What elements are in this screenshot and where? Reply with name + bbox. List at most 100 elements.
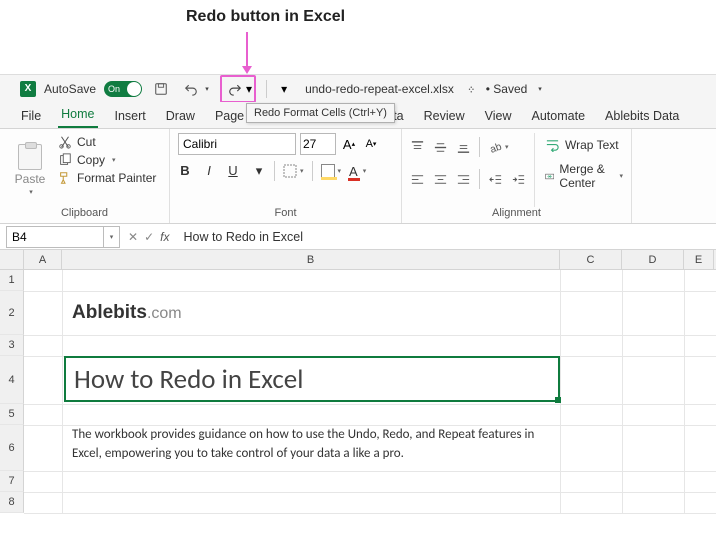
separator [274,161,275,181]
format-painter-button[interactable]: Format Painter [58,171,156,185]
align-right-button[interactable] [456,172,471,187]
wrap-text-button[interactable]: Wrap Text [545,137,623,152]
row-header-7[interactable]: 7 [0,471,24,492]
tab-automate[interactable]: Automate [529,105,589,128]
name-box-dropdown[interactable]: ▾ [104,226,120,248]
orientation-button[interactable]: ab▾ [488,140,509,155]
fill-color-button[interactable]: ▾ [321,164,342,178]
underline-dropdown[interactable]: ▾ [252,163,266,179]
tab-ablebits-data[interactable]: Ablebits Data [602,105,682,128]
cells-area[interactable]: Ablebits.com How to Redo in Excel The wo… [24,270,716,513]
redo-button-highlighted: ▾ [220,75,256,103]
autosave-toggle[interactable]: On [104,81,142,97]
cell-B4-selected[interactable]: How to Redo in Excel [64,356,560,402]
font-color-icon: A [349,164,358,179]
cut-label: Cut [77,135,96,149]
ribbon: Paste ▾ Cut Copy ▾ Format Painter C [0,128,716,224]
quick-access-toolbar: X AutoSave On ▾ ▾ ▾ undo-redo-repeat-exc… [0,74,716,102]
formula-input[interactable] [177,226,716,248]
separator [479,137,480,157]
col-header-B[interactable]: B [62,250,560,269]
increase-font-button[interactable]: A▴ [340,134,358,154]
undo-dropdown[interactable]: ▾ [202,85,212,93]
customize-qat-dropdown[interactable]: ▾ [277,82,291,96]
save-button[interactable] [150,78,172,100]
decrease-font-button[interactable]: A▾ [362,134,380,154]
merge-center-button[interactable]: Merge & Center ▾ [545,162,623,190]
undo-button[interactable]: ▾ [180,78,212,100]
saved-status[interactable]: • Saved [486,82,528,96]
align-center-button[interactable] [433,172,448,187]
tab-file[interactable]: File [18,105,44,128]
logo-bold-part: Ablebits [72,302,147,323]
row-header-5[interactable]: 5 [0,404,24,425]
svg-text:ab: ab [489,141,503,155]
cancel-formula-icon[interactable]: ✕ [128,230,138,244]
paste-button[interactable]: Paste ▾ [8,133,52,207]
font-name-selector[interactable] [178,133,296,155]
align-left-button[interactable] [410,172,425,187]
fill-color-dropdown[interactable]: ▾ [338,167,342,175]
align-bottom-button[interactable] [456,140,471,155]
row-header-3[interactable]: 3 [0,335,24,356]
col-header-C[interactable]: C [560,250,622,269]
align-middle-button[interactable] [433,140,448,155]
bold-button[interactable]: B [178,163,192,179]
format-painter-label: Format Painter [77,171,156,185]
row-header-4[interactable]: 4 [0,356,24,404]
copy-dropdown[interactable]: ▾ [112,156,116,164]
qat-separator [266,80,267,98]
toggle-on-text: On [108,84,120,94]
merge-center-label: Merge & Center [559,162,612,190]
fx-icon[interactable]: fx [160,230,169,244]
row-header-1[interactable]: 1 [0,270,24,291]
merge-dropdown[interactable]: ▾ [619,172,623,180]
toggle-knob [127,82,141,96]
enter-formula-icon[interactable]: ✓ [144,230,154,244]
col-header-A[interactable]: A [24,250,62,269]
font-group-label: Font [178,207,393,221]
name-box[interactable] [6,226,104,248]
fill-color-icon [321,164,335,178]
annotation-arrow [246,32,248,68]
tab-review[interactable]: Review [421,105,468,128]
annotation-title: Redo button in Excel [186,8,345,26]
underline-button[interactable]: U [226,163,240,179]
redo-button[interactable] [224,78,246,100]
logo-suffix: .com [147,305,182,322]
copy-button[interactable]: Copy ▾ [58,153,156,167]
italic-button[interactable]: I [202,163,216,179]
align-top-button[interactable] [410,140,425,155]
redo-tooltip: Redo Format Cells (Ctrl+Y) [246,103,395,123]
clipboard-group: Paste ▾ Cut Copy ▾ Format Painter C [0,129,170,223]
font-color-button[interactable]: A ▾ [349,164,366,179]
borders-dropdown[interactable]: ▾ [300,167,304,175]
font-group: A▴ A▾ B I U ▾ ▾ ▾ [170,129,402,223]
increase-indent-button[interactable] [511,172,526,187]
saved-dropdown[interactable]: ▾ [538,85,542,93]
col-header-E[interactable]: E [684,250,714,269]
tab-view[interactable]: View [482,105,515,128]
paste-dropdown[interactable]: ▾ [29,188,33,196]
tab-draw[interactable]: Draw [163,105,198,128]
share-icon[interactable]: ᠅ [466,79,474,98]
row-header-6[interactable]: 6 [0,425,24,471]
decrease-indent-button[interactable] [488,172,503,187]
filename-label[interactable]: undo-redo-repeat-excel.xlsx [305,82,454,96]
borders-button[interactable]: ▾ [283,164,304,178]
row-header-2[interactable]: 2 [0,291,24,335]
paste-label: Paste [15,172,46,186]
tab-insert[interactable]: Insert [112,105,149,128]
paste-icon [18,144,42,170]
redo-dropdown[interactable]: ▾ [246,82,252,96]
clipboard-group-label: Clipboard [8,207,161,221]
font-color-dropdown[interactable]: ▾ [363,167,367,175]
row-header-8[interactable]: 8 [0,492,24,513]
cell-B6-content[interactable]: The workbook provides guidance on how to… [72,426,552,464]
select-all-corner[interactable] [0,250,24,269]
formula-bar: ▾ ✕ ✓ fx [0,224,716,250]
col-header-D[interactable]: D [622,250,684,269]
tab-home[interactable]: Home [58,103,97,128]
font-size-selector[interactable] [300,133,336,155]
cut-button[interactable]: Cut [58,135,156,149]
